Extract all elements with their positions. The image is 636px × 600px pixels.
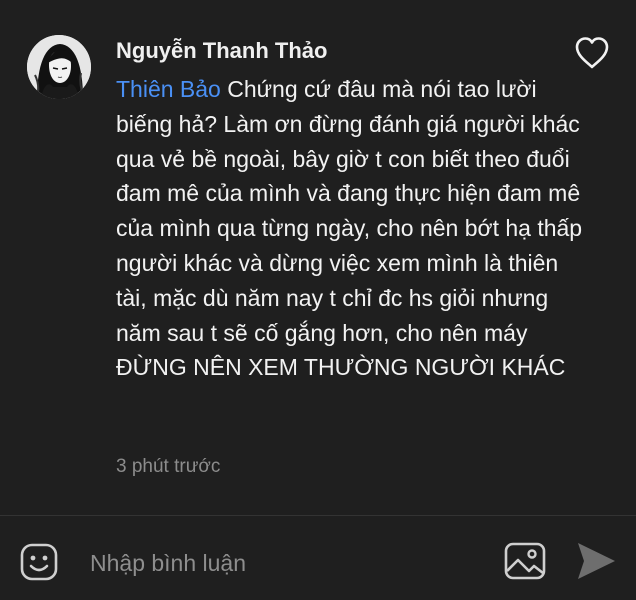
- comment-input[interactable]: [88, 544, 472, 582]
- comment-item: Nguyễn Thanh Thảo Thiên Bảo Chứng cứ đâu…: [0, 0, 636, 515]
- emoji-icon[interactable]: [19, 542, 59, 582]
- send-icon[interactable]: [575, 540, 617, 582]
- comment-timestamp: 3 phút trước: [116, 456, 221, 477]
- mention-link[interactable]: Thiên Bảo: [116, 76, 221, 102]
- comment-author[interactable]: Nguyễn Thanh Thảo: [116, 38, 327, 64]
- comment-text: Chứng cứ đâu mà nói tao lười biếng hả? L…: [116, 76, 583, 381]
- heart-outline-icon[interactable]: [574, 36, 610, 70]
- image-icon[interactable]: [503, 540, 547, 582]
- avatar[interactable]: [27, 35, 91, 99]
- comment-composer: [0, 516, 636, 600]
- comment-body: Thiên Bảo Chứng cứ đâu mà nói tao lười b…: [116, 72, 586, 385]
